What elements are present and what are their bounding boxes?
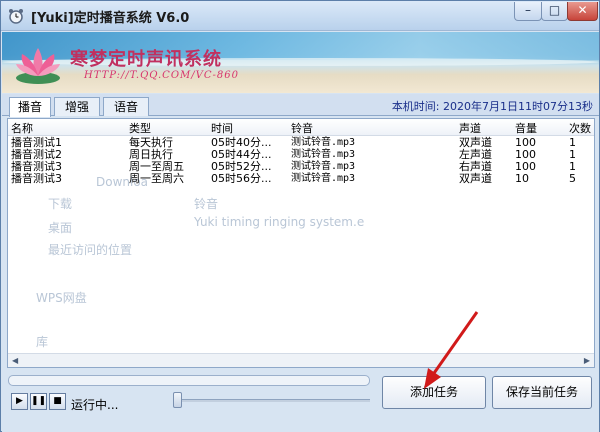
close-button[interactable]: ✕ <box>567 2 598 21</box>
title-bar[interactable]: [Yuki]定时播音系统 V6.0 – □ ✕ <box>1 1 599 31</box>
cell-ringtone: 测试铃音.mp3 <box>291 149 356 160</box>
cell-name: 播音测试3 <box>11 172 62 185</box>
ghost-text: 铃音 <box>194 197 219 211</box>
ghost-text: Yuki timing ringing system.e <box>194 215 365 229</box>
tab-broadcast[interactable]: 播音 <box>9 97 51 117</box>
tab-voice[interactable]: 语音 <box>103 97 149 116</box>
playback-progress-bar[interactable] <box>8 375 370 386</box>
scroll-right-icon[interactable]: ▶ <box>584 356 590 365</box>
list-header: 名称 类型 时间 铃音 声道 音量 次数 <box>8 119 594 136</box>
cell-ringtone: 测试铃音.mp3 <box>291 137 356 148</box>
maximize-button[interactable]: □ <box>541 2 568 21</box>
app-window: [Yuki]定时播音系统 V6.0 – □ ✕ 寒梦定时声讯系统 HTTP://… <box>0 0 600 432</box>
column-header[interactable]: 音量 <box>515 120 537 136</box>
ghost-text: WPS网盘 <box>36 291 87 305</box>
ghost-text: 下载 <box>48 197 73 211</box>
column-header[interactable]: 声道 <box>459 120 481 136</box>
control-panel: ▶ ❚❚ ■ 运行中... 添加任务 保存当前任务 <box>2 370 599 432</box>
banner-url: HTTP://T.QQ.COM/VC-860 <box>84 70 239 81</box>
cell-volume: 10 <box>515 172 529 185</box>
tab-enhance[interactable]: 增强 <box>54 97 100 116</box>
play-button[interactable]: ▶ <box>11 393 28 410</box>
column-header[interactable]: 名称 <box>11 120 33 136</box>
cell-count: 5 <box>569 172 576 185</box>
table-row[interactable]: 播音测试2 周日执行 05时44分... 测试铃音.mp3 左声道 100 1 <box>8 149 594 161</box>
cell-ringtone: 测试铃音.mp3 <box>291 161 356 172</box>
volume-slider-thumb[interactable] <box>173 392 182 408</box>
ghost-text: 桌面 <box>48 221 73 235</box>
column-header[interactable]: 次数 <box>569 120 591 136</box>
status-text: 运行中... <box>71 398 119 412</box>
volume-slider-track[interactable] <box>177 399 370 402</box>
column-header[interactable]: 时间 <box>211 120 233 136</box>
cell-type: 周一至周六 <box>129 172 184 185</box>
add-task-button[interactable]: 添加任务 <box>382 376 486 409</box>
tab-bar: 播音 增强 语音 本机时间: 2020年7月1日11时07分13秒 <box>2 94 599 117</box>
cell-time: 05时56分... <box>211 172 272 185</box>
column-header[interactable]: 铃音 <box>291 120 313 136</box>
cell-channel: 双声道 <box>459 172 492 185</box>
table-row[interactable]: 播音测试3 周一至周六 05时56分... 测试铃音.mp3 双声道 10 5 <box>8 173 594 185</box>
task-list[interactable]: Downloa 下载 桌面 最近访问的位置 WPS网盘 库 视频 铃音 Yuki… <box>7 118 595 368</box>
window-title: [Yuki]定时播音系统 V6.0 <box>31 11 190 26</box>
lotus-logo-icon <box>16 48 60 84</box>
horizontal-scrollbar[interactable]: ◀ ▶ <box>8 353 594 367</box>
ghost-text: 库 <box>36 335 49 349</box>
column-header[interactable]: 类型 <box>129 120 151 136</box>
alarm-clock-icon <box>9 9 23 24</box>
minimize-button[interactable]: – <box>514 2 542 21</box>
pause-button[interactable]: ❚❚ <box>30 393 47 410</box>
stop-button[interactable]: ■ <box>49 393 66 410</box>
ghost-text: 最近访问的位置 <box>48 243 133 257</box>
cell-ringtone: 测试铃音.mp3 <box>291 173 356 184</box>
table-row[interactable]: 播音测试3 周一至周五 05时52分... 测试铃音.mp3 右声道 100 1 <box>8 161 594 173</box>
banner-title: 寒梦定时声讯系统 <box>70 49 222 70</box>
save-task-button[interactable]: 保存当前任务 <box>492 376 592 409</box>
local-time: 本机时间: 2020年7月1日11时07分13秒 <box>391 100 593 113</box>
scroll-left-icon[interactable]: ◀ <box>12 356 18 365</box>
table-row[interactable]: 播音测试1 每天执行 05时40分... 测试铃音.mp3 双声道 100 1 <box>8 137 594 149</box>
banner: 寒梦定时声讯系统 HTTP://T.QQ.COM/VC-860 <box>2 32 599 93</box>
